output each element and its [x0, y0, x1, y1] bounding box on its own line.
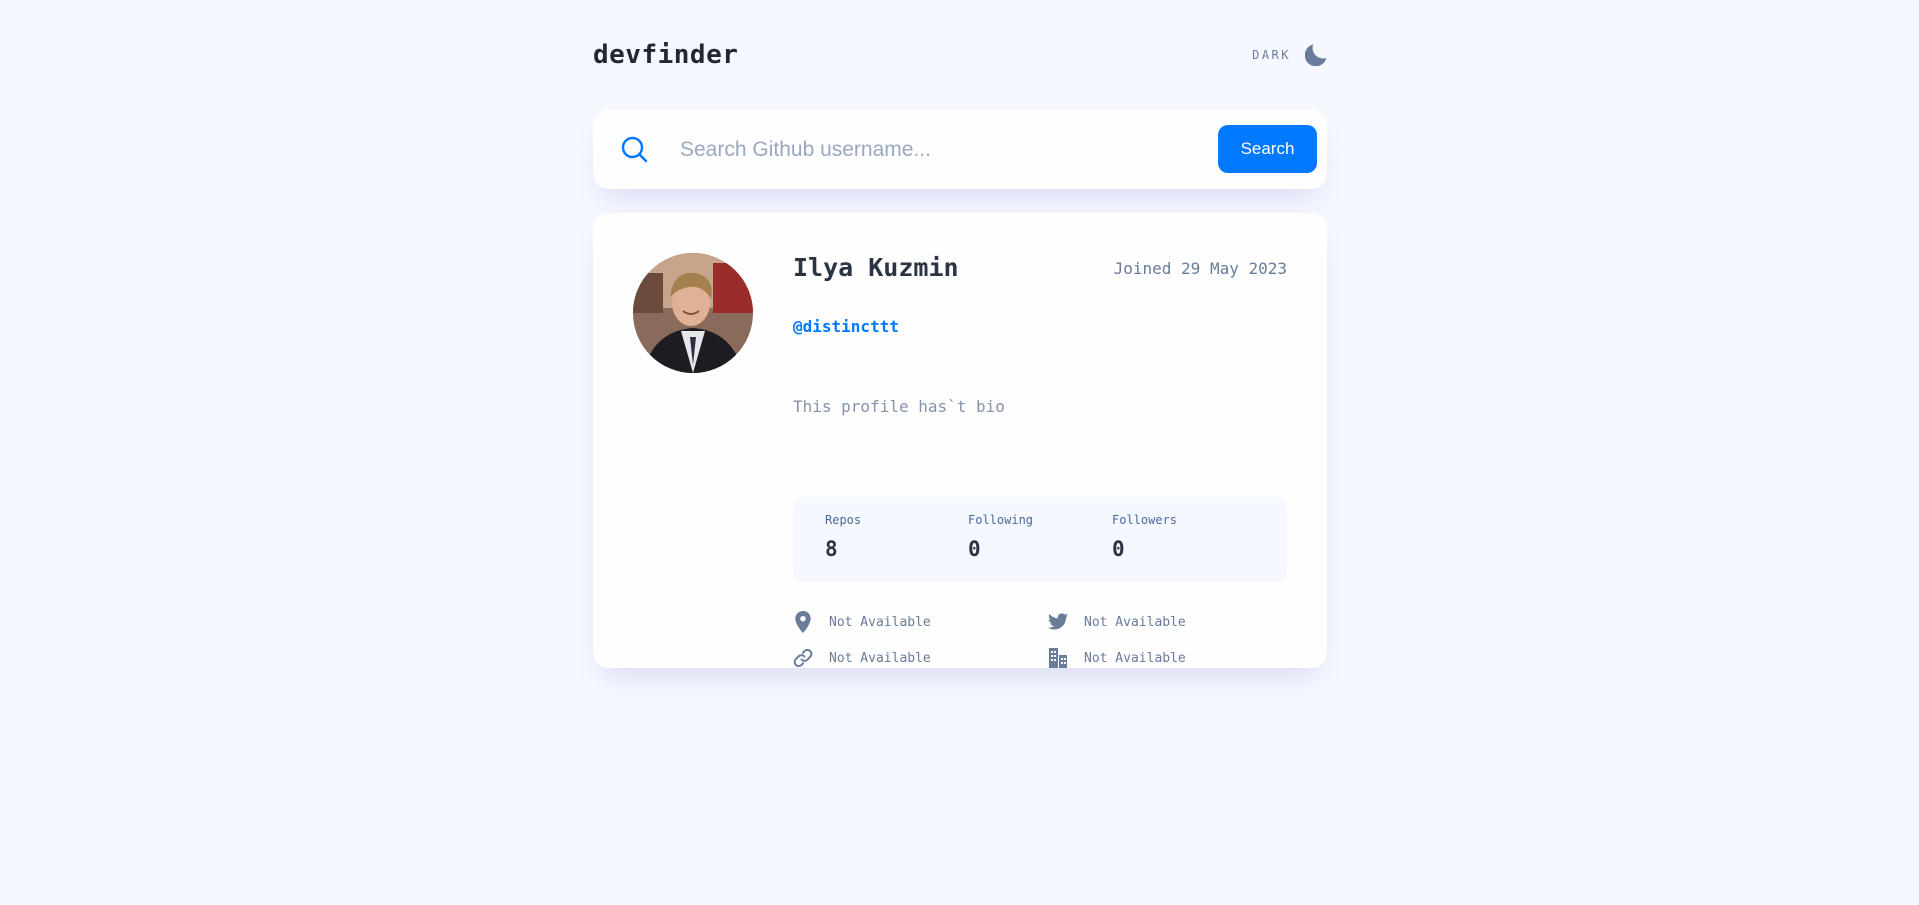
blog-item: Not Available — [793, 647, 931, 669]
stat-following-value: 0 — [968, 537, 981, 561]
avatar — [633, 253, 753, 373]
twitter-icon — [1048, 613, 1068, 630]
profile-bio: This profile has`t bio — [793, 397, 1005, 416]
theme-toggle[interactable]: DARK — [1252, 44, 1327, 66]
profile-card: Ilya Kuzmin Joined 29 May 2023 @distinct… — [593, 213, 1327, 668]
moon-icon[interactable] — [1305, 44, 1327, 66]
profile-login-link[interactable]: @distincttt — [793, 317, 899, 336]
search-icon — [621, 136, 648, 163]
profile-name: Ilya Kuzmin — [793, 253, 959, 282]
location-text: Not Available — [829, 614, 931, 630]
search-input[interactable] — [678, 128, 1202, 172]
theme-toggle-label[interactable]: DARK — [1252, 48, 1291, 62]
stat-followers-label: Followers — [1112, 513, 1178, 527]
location-item: Not Available — [793, 611, 931, 633]
company-building-icon — [1049, 648, 1067, 668]
stat-following: Following 0 — [968, 513, 1033, 561]
app-logo: devfinder — [593, 40, 739, 70]
app-container: devfinder DARK Search Github username...… — [593, 0, 1327, 668]
stat-following-label: Following — [968, 513, 1034, 527]
twitter-item: Not Available — [1048, 611, 1186, 633]
stat-followers: Followers 0 — [1112, 513, 1177, 561]
search-bar: Search — [593, 110, 1327, 189]
profile-links: Not Available Not Available Not Availabl… — [793, 611, 1287, 681]
company-item: Not Available — [1048, 647, 1186, 669]
twitter-text: Not Available — [1084, 614, 1186, 630]
app-header: devfinder DARK — [593, 0, 1327, 110]
search-button[interactable]: Search — [1218, 125, 1317, 173]
company-text: Not Available — [1084, 650, 1186, 666]
stat-repos-value: 8 — [825, 537, 838, 561]
link-icon — [793, 648, 813, 668]
stat-repos-label: Repos — [825, 513, 862, 527]
blog-text: Not Available — [829, 650, 931, 666]
location-pin-icon — [795, 611, 811, 633]
joined-date: Joined 29 May 2023 — [1113, 259, 1287, 278]
stats-panel: Repos 8 Following 0 Followers 0 — [793, 497, 1287, 582]
stat-followers-value: 0 — [1112, 537, 1125, 561]
stat-repos: Repos 8 — [825, 513, 861, 561]
